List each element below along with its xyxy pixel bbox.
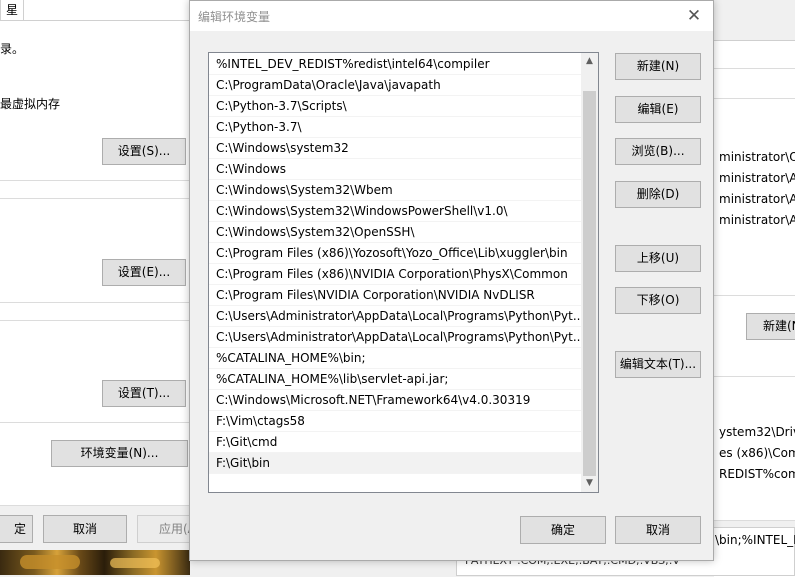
- divider: [714, 98, 795, 99]
- scroll-down-icon[interactable]: ▼: [581, 475, 598, 492]
- environment-variables-window: ministrator\OneI ministrator\Appl minist…: [714, 0, 795, 577]
- ok-button[interactable]: 确定: [520, 516, 606, 544]
- divider: [0, 320, 190, 321]
- move-down-button[interactable]: 下移(O): [615, 287, 701, 314]
- path-entry-row[interactable]: C:\Python-3.7\Scripts\: [209, 96, 582, 117]
- system-properties-window: 星 录。 最虚拟内存 设置(S)... 设置(E)... 设置(T)... 环境…: [0, 0, 197, 551]
- system-var-value[interactable]: ystem32\Drive: [719, 425, 795, 439]
- path-entry-row[interactable]: C:\Windows: [209, 159, 582, 180]
- performance-settings-button[interactable]: 设置(S)...: [102, 138, 186, 165]
- path-entry-row[interactable]: C:\Program Files (x86)\NVIDIA Corporatio…: [209, 264, 582, 285]
- edit-button[interactable]: 编辑(E): [615, 96, 701, 123]
- dialog-title: 编辑环境变量: [198, 10, 271, 24]
- title-bar[interactable]: 编辑环境变量 ✕: [190, 1, 713, 31]
- path-value-text: \bin;%INTEL_D: [715, 533, 795, 547]
- divider: [0, 198, 190, 199]
- path-entry-row[interactable]: C:\Python-3.7\: [209, 117, 582, 138]
- path-entry-row[interactable]: C:\ProgramData\Oracle\Java\javapath: [209, 75, 582, 96]
- user-var-value[interactable]: ministrator\OneI: [719, 150, 795, 164]
- path-entry-row[interactable]: F:\Git\bin: [209, 453, 582, 474]
- window-body: [714, 40, 795, 577]
- close-icon[interactable]: ✕: [683, 5, 705, 27]
- divider: [0, 422, 190, 423]
- divider: [714, 68, 795, 69]
- ok-button[interactable]: 定: [0, 515, 33, 543]
- tab-underline: [22, 20, 190, 21]
- edit-text-button[interactable]: 编辑文本(T)...: [615, 351, 701, 378]
- cancel-button[interactable]: 取消: [615, 516, 701, 544]
- path-entry-row[interactable]: %CATALINA_HOME%\bin;: [209, 348, 582, 369]
- path-entry-row[interactable]: F:\Git\cmd: [209, 432, 582, 453]
- scroll-up-icon[interactable]: ▲: [581, 53, 598, 70]
- path-entry-row[interactable]: %CATALINA_HOME%\lib\servlet-api.jar;: [209, 369, 582, 390]
- info-text: 录。: [0, 42, 25, 56]
- system-var-value[interactable]: es (x86)\Comn: [719, 446, 795, 460]
- divider: [0, 302, 190, 303]
- move-up-button[interactable]: 上移(U): [615, 245, 701, 272]
- path-entry-row[interactable]: F:\Vim\ctags58: [209, 411, 582, 432]
- path-entry-row[interactable]: C:\Users\Administrator\AppData\Local\Pro…: [209, 327, 582, 348]
- new-button[interactable]: 新建(N): [615, 53, 701, 80]
- path-entry-row[interactable]: C:\Windows\System32\WindowsPowerShell\v1…: [209, 201, 582, 222]
- scroll-thumb[interactable]: [583, 91, 596, 476]
- path-entry-row[interactable]: C:\Program Files\NVIDIA Corporation\NVID…: [209, 285, 582, 306]
- environment-variables-button[interactable]: 环境变量(N)...: [51, 440, 188, 467]
- path-entries: %INTEL_DEV_REDIST%redist\intel64\compile…: [209, 54, 582, 474]
- system-var-value[interactable]: REDIST%comp: [719, 467, 795, 481]
- apply-button[interactable]: 应用(A): [137, 515, 197, 543]
- divider: [0, 180, 190, 181]
- user-var-value[interactable]: ministrator\Appl: [719, 213, 795, 227]
- path-entry-row[interactable]: %INTEL_DEV_REDIST%redist\intel64\compile…: [209, 54, 582, 75]
- cancel-button[interactable]: 取消: [43, 515, 127, 543]
- delete-button[interactable]: 删除(D): [615, 181, 701, 208]
- vertical-scrollbar[interactable]: ▲ ▼: [581, 53, 598, 492]
- path-entry-row[interactable]: C:\Windows\System32\Wbem: [209, 180, 582, 201]
- virtual-memory-text: 最虚拟内存: [0, 97, 61, 111]
- user-var-value[interactable]: ministrator\Appl: [719, 171, 795, 185]
- path-entry-row[interactable]: C:\Windows\system32: [209, 138, 582, 159]
- path-entry-row[interactable]: C:\Program Files (x86)\Yozosoft\Yozo_Off…: [209, 243, 582, 264]
- edit-environment-variable-dialog: 编辑环境变量 ✕ %INTEL_DEV_REDIST%redist\intel6…: [189, 0, 714, 561]
- tab-advanced[interactable]: 星: [0, 0, 24, 21]
- user-new-button[interactable]: 新建(N: [746, 313, 795, 340]
- browse-button[interactable]: 浏览(B)...: [615, 138, 701, 165]
- path-entry-row[interactable]: C:\Windows\System32\OpenSSH\: [209, 222, 582, 243]
- user-var-value[interactable]: ministrator\Appl: [719, 192, 795, 206]
- path-entry-row[interactable]: C:\Windows\Microsoft.NET\Framework64\v4.…: [209, 390, 582, 411]
- path-entry-row[interactable]: C:\Users\Administrator\AppData\Local\Pro…: [209, 306, 582, 327]
- path-entries-list[interactable]: %INTEL_DEV_REDIST%redist\intel64\compile…: [208, 52, 599, 493]
- startup-settings-button[interactable]: 设置(T)...: [102, 380, 186, 407]
- user-profile-settings-button[interactable]: 设置(E)...: [102, 259, 186, 286]
- divider: [714, 295, 795, 296]
- desktop-wallpaper: [0, 550, 190, 575]
- divider: [714, 376, 795, 377]
